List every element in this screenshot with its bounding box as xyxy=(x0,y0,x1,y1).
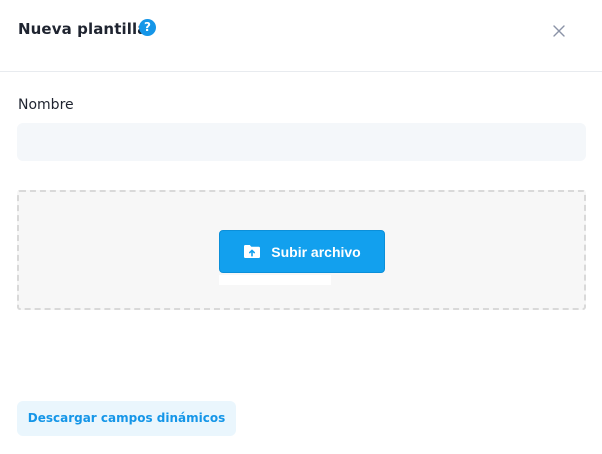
folder-upload-icon xyxy=(243,244,261,259)
upload-file-button[interactable]: Subir archivo xyxy=(219,230,385,273)
question-circle-icon[interactable]: ? xyxy=(139,19,156,36)
name-field-label: Nombre xyxy=(18,97,74,113)
upload-progress-strip xyxy=(219,275,331,285)
new-template-modal: Nueva plantilla ? Nombre Subir archivo D… xyxy=(0,0,602,454)
file-dropzone[interactable]: Subir archivo xyxy=(17,190,586,310)
close-icon[interactable] xyxy=(551,23,567,39)
download-dynamic-fields-button[interactable]: Descargar campos dinámicos xyxy=(17,401,236,436)
name-input[interactable] xyxy=(17,123,586,161)
modal-title: Nueva plantilla xyxy=(18,20,148,38)
upload-file-label: Subir archivo xyxy=(271,243,361,260)
modal-header: Nueva plantilla ? xyxy=(0,0,602,72)
